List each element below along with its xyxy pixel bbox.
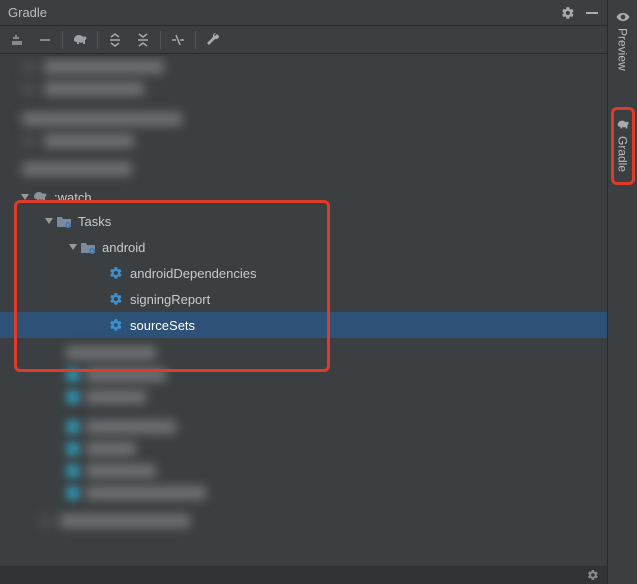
tree-node-watch[interactable]: :watch xyxy=(0,186,607,208)
gear-icon xyxy=(108,265,124,281)
node-label: sourceSets xyxy=(130,318,195,333)
elephant-icon xyxy=(616,118,630,132)
eye-icon xyxy=(616,10,630,24)
node-label: androidDependencies xyxy=(130,266,256,281)
gear-icon xyxy=(108,291,124,307)
node-label: android xyxy=(102,240,145,255)
right-tool-rail: Preview Gradle xyxy=(608,0,637,584)
tab-preview[interactable]: Preview xyxy=(614,4,632,77)
elephant-icon[interactable] xyxy=(69,29,91,51)
tree-task-sourcesets[interactable]: sourceSets xyxy=(0,312,607,338)
folder-gear-icon xyxy=(80,239,96,255)
gear-icon[interactable] xyxy=(587,569,599,581)
node-label: Tasks xyxy=(78,214,111,229)
tree-node-android[interactable]: android xyxy=(0,234,607,260)
toolbar xyxy=(0,26,607,54)
expand-arrow-icon[interactable] xyxy=(18,190,32,204)
tab-gradle[interactable]: Gradle xyxy=(611,107,635,185)
expand-arrow-icon[interactable] xyxy=(66,240,80,254)
offline-icon[interactable] xyxy=(167,29,189,51)
status-bar xyxy=(0,566,607,584)
expand-arrow-icon[interactable] xyxy=(42,214,56,228)
wrench-icon[interactable] xyxy=(202,29,224,51)
tree-task-signingreport[interactable]: signingReport xyxy=(0,286,607,312)
tab-label: Preview xyxy=(616,28,630,71)
panel-title: Gradle xyxy=(8,5,561,20)
folder-gear-icon xyxy=(56,213,72,229)
tab-label: Gradle xyxy=(616,136,630,172)
expand-all-icon[interactable] xyxy=(104,29,126,51)
node-label: signingReport xyxy=(130,292,210,307)
panel-header: Gradle xyxy=(0,0,607,26)
gear-icon xyxy=(108,317,124,333)
elephant-icon xyxy=(32,189,48,205)
node-label: :watch xyxy=(54,190,92,205)
add-icon[interactable] xyxy=(6,29,28,51)
gradle-tool-window: Gradle xyxy=(0,0,608,584)
collapse-all-icon[interactable] xyxy=(132,29,154,51)
remove-icon[interactable] xyxy=(34,29,56,51)
tree-node-tasks[interactable]: Tasks xyxy=(0,208,607,234)
project-tree[interactable]: :watch Tasks android xyxy=(0,56,607,564)
minimize-icon[interactable] xyxy=(585,6,599,20)
tree-task-androiddependencies[interactable]: androidDependencies xyxy=(0,260,607,286)
gear-icon[interactable] xyxy=(561,6,575,20)
